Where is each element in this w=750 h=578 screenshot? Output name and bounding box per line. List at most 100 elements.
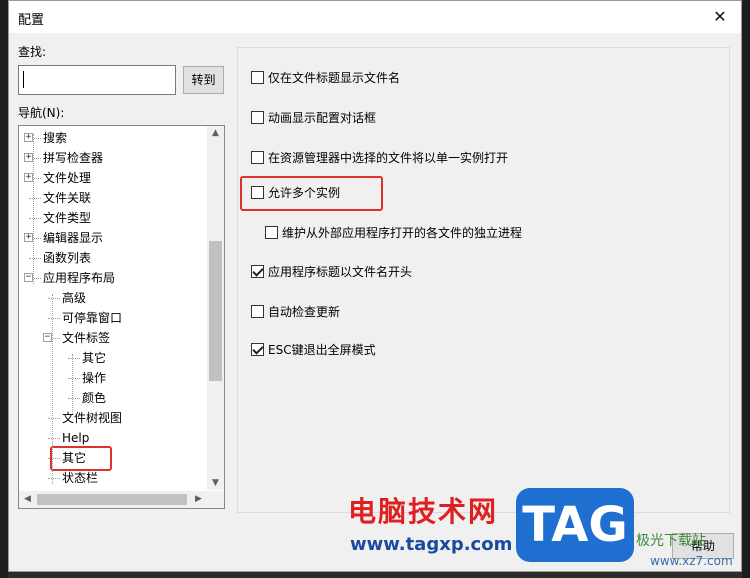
option-checkbox[interactable]: 仅在文件标题显示文件名 [251,70,400,88]
close-icon[interactable]: ✕ [709,6,731,28]
tree-item-label: 文件关联 [43,191,92,205]
vertical-scrollbar[interactable]: ▲ ▼ [207,126,224,490]
tree-item-label: 拼写检查器 [43,151,104,165]
tree-item-label: 编辑器显示 [43,231,104,245]
vertical-scroll-thumb[interactable] [209,241,222,381]
tree-item-label: Help [62,431,90,445]
watermark-site-url: www.xz7.com [650,554,733,568]
goto-button[interactable]: 转到 [183,66,224,94]
expand-icon[interactable]: + [24,173,33,182]
tree-item-label: 颜色 [82,391,107,405]
tree-connector [29,258,41,259]
tree-item[interactable]: 文件关联 [43,188,91,208]
option-label: 自动检查更新 [268,305,341,319]
nav-label: 导航(N): [18,106,65,120]
nav-tree[interactable]: 搜索 + 拼写检查器 + 文件处理 + 文件关联文件类型编辑器显示 + 函数列表应用程序布局 − 高… [18,125,225,509]
option-checkbox[interactable]: 自动检查更新 [251,304,340,322]
tree-item[interactable]: 颜色 [82,388,106,408]
expand-icon[interactable]: + [24,153,33,162]
option-label: 动画显示配置对话框 [268,111,377,125]
tree-connector [68,358,80,359]
tree-item-label: 文件标签 [62,331,111,345]
background-right [742,0,750,578]
option-checkbox[interactable]: 在资源管理器中选择的文件将以单一实例打开 [251,150,508,168]
options-panel: 仅在文件标题显示文件名 动画显示配置对话框在资源管理器中选择的文件将以单一实例打开… [237,47,730,513]
checkbox-unchecked-icon[interactable] [251,71,264,84]
tree-connector [29,198,41,199]
tree-item[interactable]: 文件类型 [43,208,91,228]
option-label: ESC键退出全屏模式 [268,343,376,357]
tree-item-label: 操作 [82,371,107,385]
tree-connector [48,418,60,419]
option-label: 维护从外部应用程序打开的各文件的独立进程 [282,226,523,240]
scroll-right-icon[interactable]: ▶ [190,494,207,504]
tree-item-label: 搜索 [43,131,68,145]
tree-connector [48,438,60,439]
tree-connector [72,354,73,414]
config-dialog: 配置 ✕ 查找: 转到 导航(N): 搜索 + 拼写检查器 + 文件处理 + 文件关联 文件类… [8,0,742,572]
title-bar: 配置 ✕ [9,1,741,33]
tree-item[interactable]: 文件标签 [62,328,110,348]
watermark-text: 电脑技术网 [348,495,499,528]
watermark-url: www.tagxp.com [350,534,513,555]
tree-connector [68,378,80,379]
option-checkbox[interactable]: 动画显示配置对话框 [251,110,376,128]
watermark-site: 极光下载站 [636,533,706,549]
checkbox-checked-icon[interactable] [251,265,264,278]
checkbox-unchecked-icon[interactable] [251,305,264,318]
horizontal-scroll-thumb[interactable] [37,494,187,505]
tree-item-label: 其它 [82,351,107,365]
option-checkbox[interactable]: 应用程序标题以文件名开头 [251,264,412,282]
tree-connector [52,294,53,484]
tree-item[interactable]: 可停靠窗口 [62,308,122,328]
tree-item[interactable]: 文件树视图 [62,408,122,428]
tree-item-label: 可停靠窗口 [62,311,123,325]
expand-icon[interactable]: + [24,233,33,242]
tree-item-label: 状态栏 [62,471,99,485]
background-left [0,0,8,578]
tree-item-label: 文件类型 [43,211,92,225]
checkbox-unchecked-icon[interactable] [251,111,264,124]
tree-item[interactable]: 函数列表 [43,248,91,268]
tree-connector [48,478,60,479]
tree-connector [33,134,34,284]
scroll-up-icon[interactable]: ▲ [207,128,224,138]
option-label: 在资源管理器中选择的文件将以单一实例打开 [268,151,509,165]
expand-icon[interactable]: + [24,133,33,142]
tree-item[interactable]: 编辑器显示 [43,228,103,248]
tree-item-label: 应用程序布局 [43,271,116,285]
option-label: 应用程序标题以文件名开头 [268,265,413,279]
tree-item[interactable]: 高级 [62,288,86,308]
scroll-down-icon[interactable]: ▼ [207,478,224,488]
collapse-icon[interactable]: − [43,333,52,342]
checkbox-unchecked-icon[interactable] [251,151,264,164]
tree-item[interactable]: Help [62,428,89,448]
tree-item[interactable]: 搜索 [43,128,67,148]
tree-connector [48,298,60,299]
tree-item[interactable]: 状态栏 [62,468,98,488]
tree-item[interactable]: 拼写检查器 [43,148,103,168]
tree-item-label: 函数列表 [43,251,92,265]
scroll-corner [207,491,224,508]
collapse-icon[interactable]: − [24,273,33,282]
tree-item-label: 文件处理 [43,171,92,185]
checkbox-unchecked-icon[interactable] [265,226,278,239]
tree-connector [48,318,60,319]
tree-connector [68,398,80,399]
tree-item-label: 高级 [62,291,87,305]
option-checkbox[interactable]: ESC键退出全屏模式 [251,342,376,360]
tree-item[interactable]: 应用程序布局 [43,268,115,288]
tree-item[interactable]: 其它 [82,348,106,368]
search-input[interactable] [18,65,176,95]
option-label: 仅在文件标题显示文件名 [268,71,401,85]
option-checkbox[interactable]: 维护从外部应用程序打开的各文件的独立进程 [265,225,522,243]
horizontal-scrollbar[interactable]: ◀ ▶ [19,491,207,508]
text-caret [23,71,24,88]
watermark-logo: TAG [516,488,634,562]
tree-item[interactable]: 操作 [82,368,106,388]
dialog-title: 配置 [18,13,45,28]
tree-item[interactable]: 文件处理 [43,168,91,188]
tree-item-label: 文件树视图 [62,411,123,425]
checkbox-checked-icon[interactable] [251,343,264,356]
scroll-left-icon[interactable]: ◀ [19,494,36,504]
